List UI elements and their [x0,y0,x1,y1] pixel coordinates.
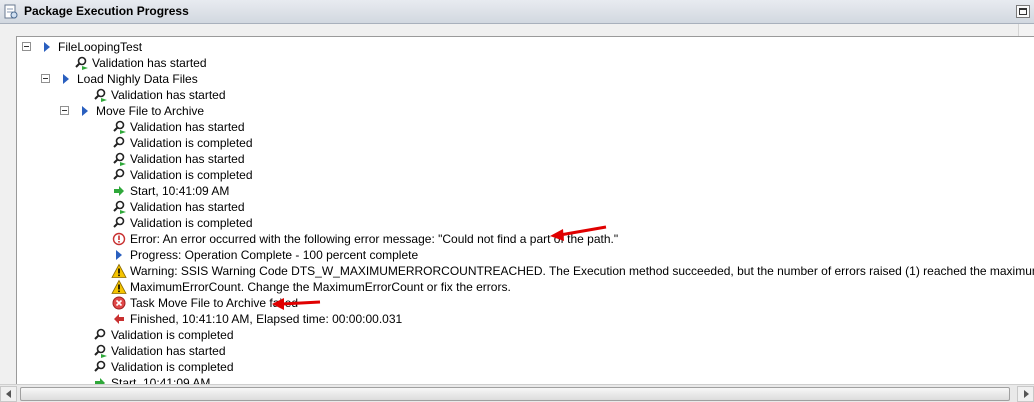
tree-item-label: Validation has started [92,56,207,70]
tree-item[interactable]: Finished, 10:41:10 AM, Elapsed time: 00:… [17,311,1034,327]
window-document-icon [4,4,18,19]
tree-item[interactable]: Validation has started [17,55,1034,71]
package-arrow-icon [58,71,74,87]
tree-item-label: Validation is completed [130,136,253,150]
tree-item-label: Validation is completed [111,360,234,374]
maximize-button[interactable] [1016,5,1030,18]
tree-item-label: Validation is completed [111,328,234,342]
tree-item[interactable]: Validation is completed [17,359,1034,375]
tree-item[interactable]: Move File to Archive [17,103,1034,119]
tree-item[interactable]: Load Nighly Data Files [17,71,1034,87]
annotation-arrow-error [550,225,607,241]
tree-item[interactable]: Validation is completed [17,215,1034,231]
tree-item[interactable]: Start, 10:41:09 AM [17,183,1034,199]
validation-started-icon [111,119,127,135]
validation-started-icon [111,199,127,215]
warning-icon [111,279,127,295]
collapse-toggle[interactable] [41,74,50,83]
tree-item[interactable]: Validation has started [17,343,1034,359]
validation-started-icon [73,55,89,71]
validation-completed-icon [111,215,127,231]
error-exclamation-icon [111,231,127,247]
tree-item[interactable]: Task Move File to Archive failed [17,295,1034,311]
tree-item-label: Start, 10:41:09 AM [130,184,230,198]
window-title: Package Execution Progress [24,4,189,18]
tree-item[interactable]: Validation has started [17,87,1034,103]
tree-item[interactable]: MaximumErrorCount. Change the MaximumErr… [17,279,1034,295]
tree-item[interactable]: FileLoopingTest [17,39,1034,55]
tree-item-label: Validation is completed [130,168,253,182]
annotation-arrow-task-failed [272,298,321,310]
finished-arrow-icon [111,311,127,327]
tree-item-label: Validation has started [111,88,226,102]
tree-item[interactable]: Validation is completed [17,135,1034,151]
tree-item-label: Error: An error occurred with the follow… [130,232,619,246]
tree-item[interactable]: Progress: Operation Complete - 100 perce… [17,247,1034,263]
progress-tree: FileLoopingTest Validation has started Loa… [16,36,1034,402]
collapse-toggle[interactable] [60,106,69,115]
validation-started-icon [92,343,108,359]
title-bar: Package Execution Progress [0,0,1034,24]
validation-completed-icon [92,359,108,375]
tree-item-label: FileLoopingTest [58,40,143,54]
horizontal-scrollbar[interactable] [0,384,1034,402]
warning-icon [111,263,127,279]
tree-item-label: Validation has started [130,200,245,214]
start-arrow-icon [111,183,127,199]
tree-item[interactable]: Validation is completed [17,167,1034,183]
tree-item-label: Load Nighly Data Files [77,72,198,86]
tree-item-label: Validation has started [130,152,245,166]
package-arrow-icon [39,39,55,55]
tree-item-label: Validation has started [130,120,245,134]
validation-completed-icon [92,327,108,343]
tree-item-label: Finished, 10:41:10 AM, Elapsed time: 00:… [130,312,403,326]
tree-item[interactable]: Validation has started [17,119,1034,135]
tree-item[interactable]: Warning: SSIS Warning Code DTS_W_MAXIMUM… [17,263,1034,279]
tree-item-label: Validation is completed [130,216,253,230]
tree-item-label: MaximumErrorCount. Change the MaximumErr… [130,280,511,294]
tree-item[interactable]: Error: An error occurred with the follow… [17,231,1034,247]
tree-item[interactable]: Validation has started [17,199,1034,215]
tree-item-label: Progress: Operation Complete - 100 perce… [130,248,419,262]
tree-item[interactable]: Validation is completed [17,327,1034,343]
tree-item-label: Move File to Archive [96,104,205,118]
tree-item[interactable]: Validation has started [17,151,1034,167]
validation-started-icon [92,87,108,103]
scroll-thumb[interactable] [20,387,1010,401]
scroll-left-button[interactable] [0,386,17,402]
validation-started-icon [111,151,127,167]
package-arrow-icon [77,103,93,119]
collapse-toggle[interactable] [22,42,31,51]
validation-completed-icon [111,167,127,183]
tree-item-label: Validation has started [111,344,226,358]
validation-completed-icon [111,135,127,151]
progress-arrow-icon [111,247,127,263]
tree-item-label: Warning: SSIS Warning Code DTS_W_MAXIMUM… [130,264,1034,278]
task-failed-icon [111,295,127,311]
scroll-right-button[interactable] [1017,386,1034,402]
